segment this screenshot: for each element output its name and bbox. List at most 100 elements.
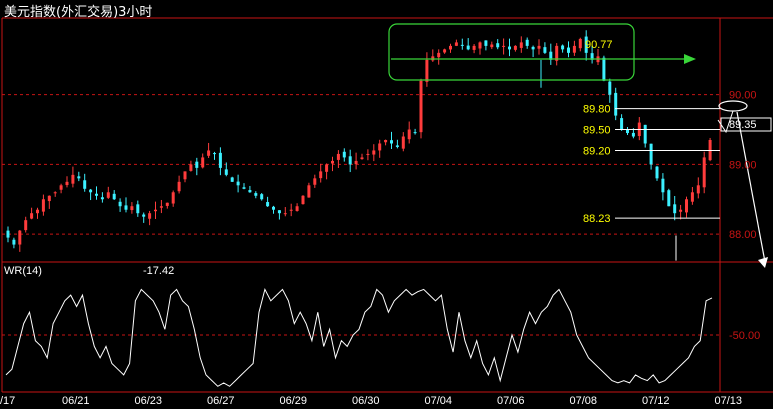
candle-body	[454, 42, 458, 46]
candle-body	[106, 192, 110, 198]
candle-body	[236, 181, 240, 186]
level-label: 89.50	[583, 125, 611, 137]
candle-body	[643, 124, 647, 144]
candle-body	[390, 140, 393, 144]
candle-body	[159, 206, 163, 208]
candle-body	[177, 181, 181, 192]
price-tick-label: 90.00	[729, 90, 757, 102]
candle-body	[525, 39, 529, 46]
candle-body	[620, 118, 624, 130]
x-tick-label: 06/29	[280, 395, 308, 407]
candle-body	[260, 194, 264, 200]
candle-body	[567, 47, 570, 53]
candle-body	[41, 199, 45, 212]
candle-body	[449, 45, 452, 50]
candle-body	[136, 204, 140, 214]
x-tick-label: 06/23	[135, 395, 163, 407]
candle-body	[502, 45, 506, 47]
x-tick-label: 07/06	[497, 395, 525, 407]
candle-body	[443, 49, 447, 53]
candle-body	[112, 193, 116, 200]
level-label: 90.77	[585, 39, 613, 51]
candle-body	[342, 151, 346, 158]
candlestick-chart: 90.77 89.80 89.50 89.20 88.23 90.00 89.00 88.0…	[0, 17, 773, 407]
candle-body	[531, 46, 535, 50]
candle-body	[348, 156, 352, 165]
candle-body	[77, 176, 81, 179]
candle-body	[248, 190, 252, 193]
candle-body	[673, 204, 677, 214]
candle-body	[213, 153, 216, 155]
candle-body	[696, 185, 700, 194]
chart-title: 美元指数(外汇交易)3小时	[4, 5, 153, 20]
candle-body	[124, 205, 128, 210]
candle-body	[667, 190, 671, 207]
candle-body	[472, 45, 476, 50]
candle-body	[679, 209, 683, 212]
candle-body	[18, 230, 22, 245]
candle-body	[425, 59, 429, 82]
candle-body	[690, 192, 694, 202]
candle-body	[242, 187, 246, 189]
wr-line	[5, 288, 713, 387]
candle-body	[537, 45, 541, 49]
candle-body	[354, 160, 358, 165]
candle-body	[283, 213, 287, 215]
candle-body	[65, 181, 69, 186]
candle-body	[118, 201, 122, 207]
candle-body	[401, 136, 405, 149]
indicator-value: -17.42	[143, 265, 175, 277]
candle-body	[59, 185, 63, 190]
candle-body	[631, 132, 635, 137]
candle-body	[702, 157, 706, 188]
candle-body	[100, 197, 104, 200]
candle-body	[230, 177, 234, 182]
x-tick-label: 06/27	[207, 395, 235, 407]
candle-body	[307, 185, 311, 198]
candle-body	[331, 160, 334, 164]
candle-body	[661, 178, 665, 193]
candle-body	[508, 46, 511, 50]
candle-body	[437, 52, 441, 58]
candle-body	[207, 150, 211, 156]
x-tick-label: 07/12	[642, 395, 670, 407]
candle-body	[12, 239, 16, 245]
candle-body	[407, 129, 411, 140]
candle-body	[578, 38, 582, 49]
candle-body	[224, 169, 228, 175]
candle-body	[366, 153, 370, 155]
candle-body	[154, 209, 157, 212]
candle-body	[165, 202, 169, 206]
x-tick-label: 06/21	[62, 395, 90, 407]
grid-lines	[2, 94, 720, 336]
candle-body	[655, 166, 659, 179]
candle-body	[395, 145, 399, 147]
candle-body	[130, 206, 134, 211]
axis-labels: 90.00 89.00 88.00 89.35 -50.00/17 06/21 06/23 0…	[0, 90, 772, 407]
candle-body	[572, 45, 576, 53]
candle-body	[201, 157, 205, 168]
candle-body	[189, 164, 193, 171]
candle-body	[53, 192, 57, 194]
candle-body	[496, 43, 500, 48]
level-label: 89.20	[583, 145, 611, 157]
current-price-label: 89.35	[729, 119, 757, 131]
candle-body	[519, 42, 523, 48]
candle-body	[649, 143, 653, 165]
candle-body	[71, 174, 75, 184]
level-label: 89.80	[583, 104, 611, 116]
candle-body	[685, 199, 688, 213]
candle-body	[30, 213, 34, 219]
candle-body	[171, 192, 175, 204]
candle-body	[490, 44, 494, 48]
candle-body	[95, 193, 98, 196]
candle-body	[431, 56, 435, 61]
candle-body	[614, 92, 618, 116]
x-tick-label: 07/13	[715, 395, 743, 407]
candle-body	[413, 132, 417, 134]
candle-body	[289, 209, 293, 211]
candle-body	[513, 45, 517, 50]
arrow-head	[684, 54, 696, 64]
candle-body	[24, 220, 28, 231]
x-tick-label: /17	[0, 395, 15, 407]
